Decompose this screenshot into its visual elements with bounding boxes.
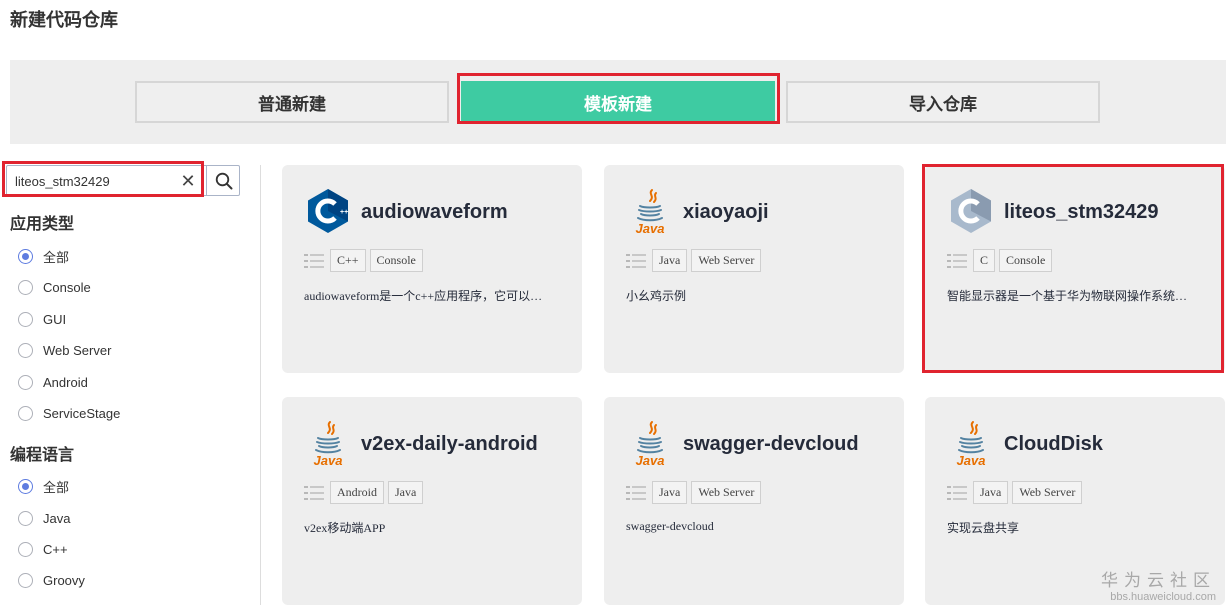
radio-language-groovy[interactable]: Groovy xyxy=(18,570,85,590)
radio-unchecked-icon xyxy=(18,510,33,526)
template-tag: Console xyxy=(369,249,423,272)
template-card[interactable]: xiaoyaoji Java Web Server 小幺鸡示例 xyxy=(604,165,904,373)
tag-list-icon xyxy=(626,253,646,269)
radio-unchecked-icon xyxy=(18,342,33,358)
radio-app-type-all[interactable]: 全部 xyxy=(18,246,69,266)
radio-app-type-web-server[interactable]: Web Server xyxy=(18,340,111,360)
tag-list-icon xyxy=(626,485,646,501)
template-tag: Java xyxy=(973,481,1009,504)
template-tag: C++ xyxy=(330,249,366,272)
template-tags: Java Web Server xyxy=(626,249,765,272)
watermark-main: 华为云社区 xyxy=(1101,571,1216,590)
template-tag: Java xyxy=(652,481,688,504)
mode-normal-button[interactable]: 普通新建 xyxy=(135,81,449,123)
radio-unchecked-icon xyxy=(18,311,33,327)
radio-checked-icon xyxy=(18,248,33,264)
template-card[interactable]: ++ audiowaveform C++ Console audiowavefo… xyxy=(282,165,582,373)
template-desc: v2ex移动端APP xyxy=(304,521,386,535)
tag-list-icon xyxy=(947,485,967,501)
template-tag: Console xyxy=(999,249,1053,272)
template-name: CloudDisk xyxy=(1004,433,1103,455)
template-name: swagger-devcloud xyxy=(683,433,859,455)
template-tag: Java xyxy=(388,481,424,504)
radio-unchecked-icon xyxy=(18,279,33,295)
radio-app-type-console[interactable]: Console xyxy=(18,277,91,297)
page-title: 新建代码仓库 xyxy=(10,10,118,30)
filter-title-app-type: 应用类型 xyxy=(10,216,75,233)
watermark-sub: bbs.huaweicloud.com xyxy=(1110,591,1216,603)
close-icon[interactable]: ✕ xyxy=(179,170,197,192)
mode-selector: 普通新建 模板新建 导入仓库 xyxy=(10,60,1226,144)
radio-language-all[interactable]: 全部 xyxy=(18,476,69,496)
template-desc: 实现云盘共享 xyxy=(947,521,1020,535)
tag-list-icon xyxy=(304,485,324,501)
template-tags: Android Java xyxy=(304,481,427,504)
template-desc: audiowaveform是一个c++应用程序，它可以… xyxy=(304,289,543,303)
mode-template-button[interactable]: 模板新建 xyxy=(461,81,775,123)
sidebar-divider xyxy=(260,165,261,605)
template-card[interactable]: swagger-devcloud Java Web Server swagger… xyxy=(604,397,904,605)
search-icon xyxy=(215,172,232,189)
template-tags: C++ Console xyxy=(304,249,427,272)
radio-app-type-servicestage[interactable]: ServiceStage xyxy=(18,403,120,423)
radio-unchecked-icon xyxy=(18,405,33,421)
template-name: liteos_stm32429 xyxy=(1004,201,1159,223)
template-tag: Web Server xyxy=(691,481,762,504)
java-icon xyxy=(304,419,352,467)
template-tags: Java Web Server xyxy=(626,481,765,504)
watermark: 华为云社区 bbs.huaweicloud.com xyxy=(1101,566,1216,603)
tag-list-icon xyxy=(304,253,324,269)
search-box: ✕ xyxy=(6,165,240,196)
template-name: v2ex-daily-android xyxy=(361,433,538,455)
java-icon xyxy=(947,419,995,467)
svg-text:++: ++ xyxy=(340,209,348,216)
radio-app-type-gui[interactable]: GUI xyxy=(18,309,66,329)
mode-import-button[interactable]: 导入仓库 xyxy=(786,81,1100,123)
radio-app-type-android[interactable]: Android xyxy=(18,372,88,392)
template-tag: Android xyxy=(330,481,384,504)
tag-list-icon xyxy=(947,253,967,269)
template-card[interactable]: v2ex-daily-android Android Java v2ex移动端A… xyxy=(282,397,582,605)
radio-checked-icon xyxy=(18,478,33,494)
template-tags: Java Web Server xyxy=(947,481,1086,504)
radio-language-cpp[interactable]: C++ xyxy=(18,539,68,559)
radio-unchecked-icon xyxy=(18,572,33,588)
template-tag: Web Server xyxy=(691,249,762,272)
cpp-icon: ++ xyxy=(308,189,348,233)
template-tag: Java xyxy=(652,249,688,272)
template-name: audiowaveform xyxy=(361,201,508,223)
search-input[interactable] xyxy=(15,170,165,192)
java-icon xyxy=(626,419,674,467)
java-icon xyxy=(626,187,674,235)
template-tags: C Console xyxy=(947,249,1056,272)
radio-language-java[interactable]: Java xyxy=(18,508,70,528)
template-tag: C xyxy=(973,249,996,272)
template-desc: 智能显示器是一个基于华为物联网操作系统… xyxy=(947,289,1188,303)
template-name: xiaoyaoji xyxy=(683,201,769,223)
template-card[interactable]: liteos_stm32429 C Console 智能显示器是一个基于华为物联… xyxy=(925,165,1225,373)
radio-unchecked-icon xyxy=(18,541,33,557)
c-icon xyxy=(951,189,991,233)
filter-title-language: 编程语言 xyxy=(10,447,75,464)
radio-unchecked-icon xyxy=(18,374,33,390)
template-desc: 小幺鸡示例 xyxy=(626,289,687,303)
template-tag: Web Server xyxy=(1012,481,1083,504)
template-desc: swagger-devcloud xyxy=(626,519,714,533)
search-button[interactable] xyxy=(206,166,240,195)
